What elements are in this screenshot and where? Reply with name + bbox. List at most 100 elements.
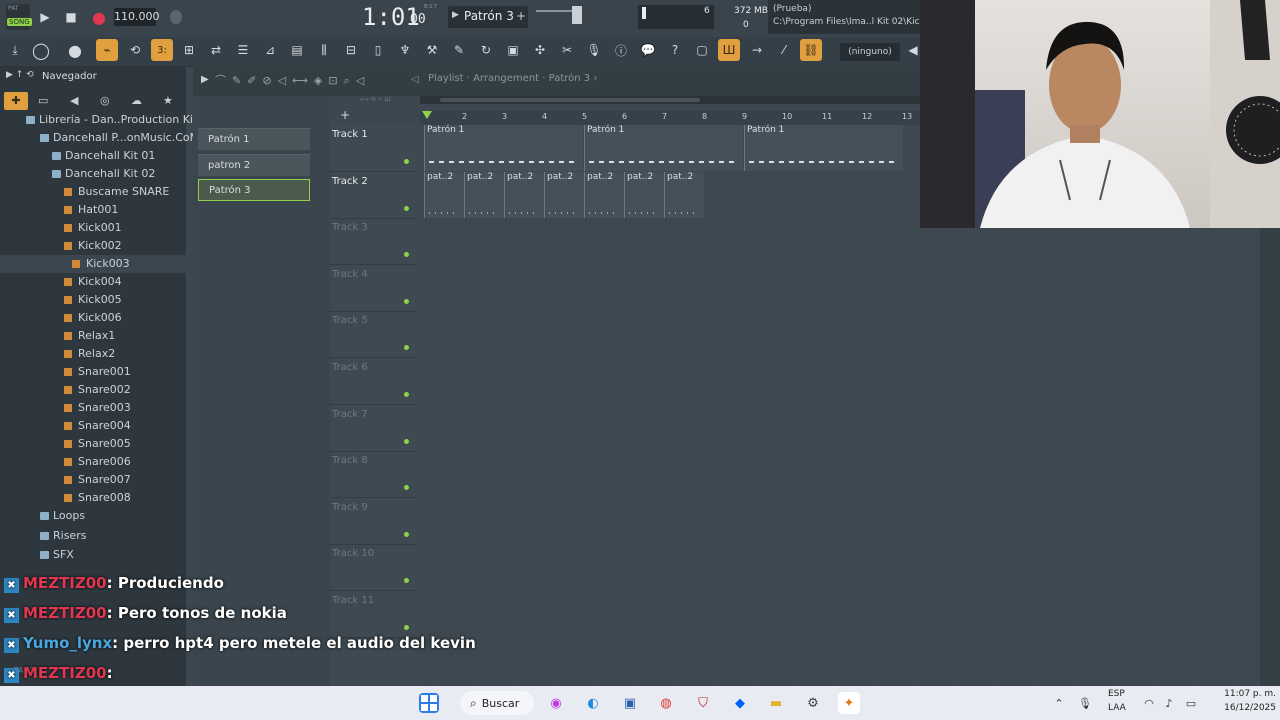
browser-file[interactable]: Kick004 (0, 273, 186, 291)
pattern-clip[interactable]: pat..2 (464, 172, 504, 218)
chrome-icon[interactable]: ◍ (655, 692, 677, 714)
browser-file[interactable]: Buscame SNARE (0, 183, 186, 201)
song-mode-toggle[interactable]: PAT SONG (6, 4, 32, 30)
pattern-item[interactable]: Patrón 3 (198, 179, 310, 201)
disk-icon[interactable]: ▣ (502, 39, 524, 61)
browser-file[interactable]: Snare005 (0, 435, 186, 453)
chat-icon[interactable]: 💬 (637, 39, 659, 61)
battery-icon[interactable]: ▭ (1180, 692, 1202, 714)
save-icon[interactable]: ⤓ (4, 39, 26, 61)
info-icon[interactable]: ⓘ (610, 39, 632, 61)
track-mute-led[interactable] (404, 252, 409, 258)
record-button[interactable]: ● (88, 6, 110, 28)
language-code[interactable]: ESP (1108, 689, 1125, 699)
cloud-icon[interactable]: ☁ (131, 94, 142, 107)
pattern-clip[interactable]: pat..2 (624, 172, 664, 218)
browser-file[interactable]: Snare001 (0, 363, 186, 381)
settings-icon[interactable]: ⚙ (802, 692, 824, 714)
plugin-database-icon[interactable]: ◀ (70, 94, 78, 107)
track-mute-led[interactable] (404, 438, 409, 444)
all-files-icon[interactable]: ✚ (4, 92, 28, 110)
track-mute-led[interactable] (404, 205, 409, 211)
browser-file[interactable]: Snare004 (0, 417, 186, 435)
browser-file[interactable]: Snare003 (0, 399, 186, 417)
track-mute-led[interactable] (404, 531, 409, 537)
browser-folder[interactable]: Dancehall Kit 02 (0, 165, 186, 183)
playlist-tools-icon[interactable]: ⌒✎✐⊘◁⟷◈⊡⌕◁ (215, 72, 370, 88)
copilot-icon[interactable]: ◉ (545, 692, 567, 714)
track-mute-led[interactable] (404, 159, 409, 164)
snap-indicator[interactable]: ⟷ ⟲ ✓ Ш (360, 96, 420, 110)
file-explorer-icon[interactable]: ▬ (765, 692, 787, 714)
scissors-icon[interactable]: ✂ (556, 39, 578, 61)
browser-folder[interactable]: Dancehall P...onMusic.CoM (0, 129, 199, 147)
track-header[interactable]: Track 4 (330, 265, 418, 312)
browser-folder[interactable]: Risers (0, 527, 186, 545)
channel-rack-icon[interactable]: ▤ (286, 39, 308, 61)
browser-file[interactable]: Relax1 (0, 327, 186, 345)
plugin-icon[interactable]: ♆ (394, 39, 416, 61)
track-header[interactable]: Track 6 (330, 358, 418, 405)
browser-file[interactable]: Kick001 (0, 219, 186, 237)
playhead-marker-icon[interactable] (422, 111, 432, 119)
wifi-icon[interactable]: ◠ (1138, 692, 1160, 714)
mic-tray-icon[interactable]: 🎙 (1074, 692, 1096, 714)
step-edit-icon[interactable]: ⟲ (124, 39, 146, 61)
stop-button[interactable]: ■ (60, 6, 82, 28)
microphone-icon[interactable]: 🎙 (583, 39, 605, 61)
track-header[interactable]: Track 7 (330, 405, 418, 452)
pattern-clip[interactable]: pat..2 (424, 172, 464, 218)
scroll-thumb[interactable] (440, 98, 700, 102)
window-icon[interactable]: ▢ (691, 39, 713, 61)
pattern-clip[interactable]: Patrón 1 (744, 125, 903, 171)
pattern-clip[interactable]: pat..2 (584, 172, 624, 218)
browser-file[interactable]: Kick002 (0, 237, 186, 255)
pattern-clip[interactable]: pat..2 (504, 172, 544, 218)
track-header[interactable]: Track 8 (330, 451, 418, 499)
fl-studio-icon[interactable]: ✦ (838, 692, 860, 714)
search-box[interactable]: ⌕ Buscar (460, 691, 534, 715)
playlist-scrollbar[interactable] (420, 96, 920, 104)
playlist-menu-icon[interactable]: ▶ (201, 74, 209, 85)
browser-file[interactable]: Kick003 (0, 255, 186, 273)
play-from-icon[interactable]: ◁ (411, 74, 419, 85)
help-icon[interactable]: ? (664, 39, 686, 61)
sync-icon[interactable]: ↻ (475, 39, 497, 61)
track-header[interactable]: Track 3 (330, 218, 418, 266)
browser-file[interactable]: Snare006 (0, 453, 186, 471)
timeline-ruler[interactable]: 2 3 4 5 6 7 8 9 10 11 12 13 (420, 111, 920, 125)
browser-file[interactable]: Kick006 (0, 309, 186, 327)
track-mute-led[interactable] (404, 392, 409, 397)
pattern-song-icon[interactable]: Ш (718, 39, 740, 61)
pattern-item[interactable]: patron 2 (198, 153, 310, 176)
browser-file[interactable]: Snare002 (0, 381, 186, 399)
playlist-icon[interactable]: ☰ (232, 39, 254, 61)
blend-notes-icon[interactable]: ⇄ (205, 39, 227, 61)
brush-icon[interactable]: ✎ (448, 39, 470, 61)
start-icon[interactable] (419, 693, 439, 713)
sounds-icon[interactable]: ◎ (100, 94, 110, 107)
tempo-display[interactable]: 110.000 (114, 8, 160, 26)
keyboard-layout[interactable]: LAA (1108, 703, 1126, 713)
volume-icon[interactable]: ♪ (1158, 692, 1180, 714)
track-header[interactable]: Track 1 (330, 125, 418, 172)
master-pitch-knob[interactable] (170, 10, 182, 24)
pattern-clip[interactable]: pat..2 (544, 172, 584, 218)
pattern-clip[interactable]: pat..2 (664, 172, 704, 218)
file-icon[interactable]: ▯ (367, 39, 389, 61)
browser-folder[interactable]: Librería - Dan..Production Kit (0, 111, 197, 129)
track-mute-led[interactable] (404, 298, 409, 304)
pattern-clip[interactable]: Patrón 1 (584, 125, 743, 171)
browser-folder[interactable]: Dancehall Kit 01 (0, 147, 186, 165)
clock-date[interactable]: 16/12/2025 (1200, 703, 1276, 713)
edge-icon[interactable]: ◐ (582, 692, 604, 714)
link-icon[interactable]: ⛓ (800, 39, 822, 61)
arrow-right-icon[interactable]: → (746, 39, 768, 61)
browser-folder[interactable]: SFX (0, 546, 186, 564)
master-volume-slider[interactable] (536, 10, 572, 12)
track-header[interactable]: Track 2 (330, 172, 418, 219)
pattern-clip[interactable]: Patrón 1 (424, 125, 583, 171)
countdown-icon[interactable]: 3: (151, 39, 173, 61)
pencil-icon[interactable]: ⁄ (773, 39, 795, 61)
track-header[interactable]: Track 5 (330, 311, 418, 359)
